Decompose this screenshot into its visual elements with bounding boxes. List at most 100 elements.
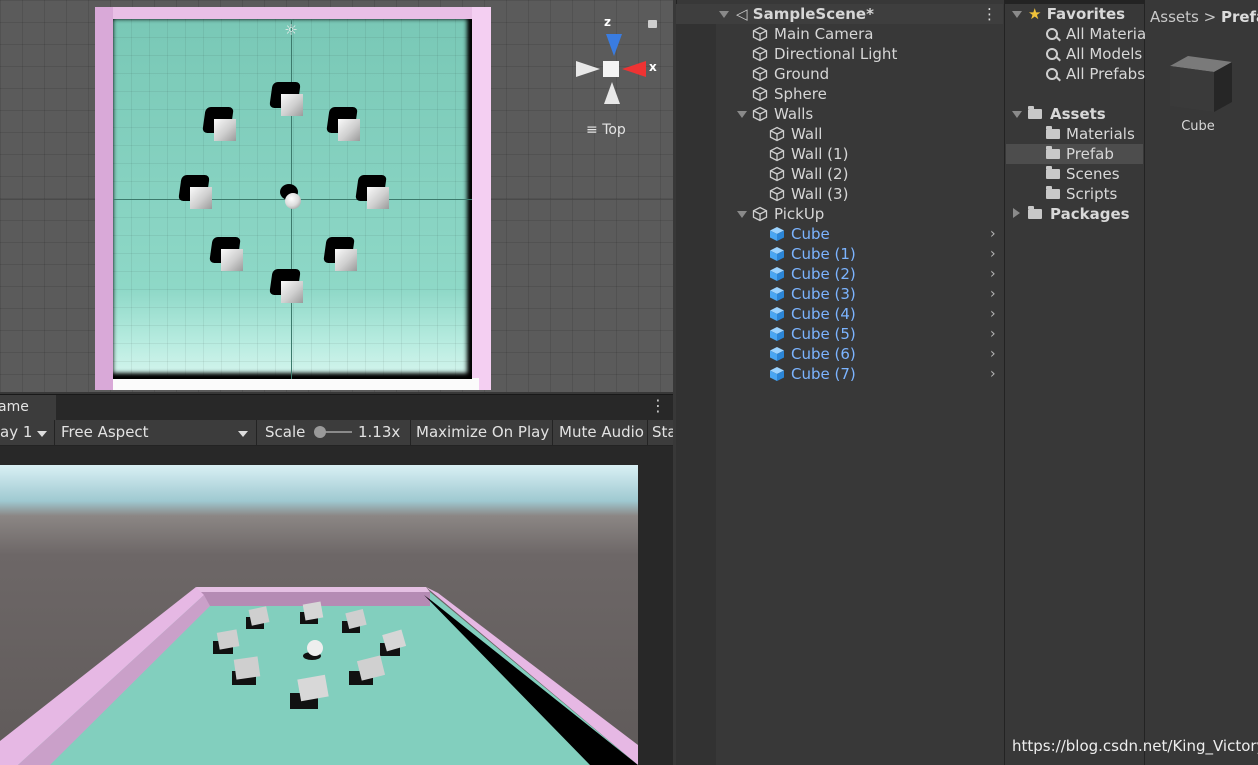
hierarchy-item[interactable]: Wall (3) bbox=[769, 184, 848, 204]
gizmo-center-cube[interactable] bbox=[603, 61, 619, 77]
pickup-cube[interactable] bbox=[178, 175, 214, 211]
pickup-cube[interactable] bbox=[326, 107, 362, 143]
favorite-all-prefabs[interactable]: All Prefabs bbox=[1046, 64, 1145, 84]
cube-prefab-thumbnail[interactable] bbox=[1166, 54, 1234, 114]
open-prefab-chevron-icon[interactable]: › bbox=[990, 224, 998, 244]
hierarchy-item[interactable]: Sphere bbox=[752, 84, 827, 104]
hierarchy-item[interactable]: Cube (3) bbox=[769, 284, 856, 304]
stats-toggle[interactable]: Sta bbox=[652, 420, 673, 445]
folder-icon bbox=[1046, 126, 1060, 139]
display-dropdown[interactable]: ay 1 bbox=[0, 420, 52, 445]
open-prefab-chevron-icon[interactable]: › bbox=[990, 284, 998, 304]
hierarchy-item[interactable]: Walls bbox=[752, 104, 813, 124]
aspect-dropdown[interactable]: Free Aspect bbox=[57, 420, 253, 445]
breadcrumb-separator: > bbox=[1203, 8, 1217, 26]
open-prefab-chevron-icon[interactable]: › bbox=[990, 244, 998, 264]
hierarchy-gutter bbox=[676, 24, 716, 765]
collapsed-arrow-icon[interactable] bbox=[1013, 208, 1020, 218]
folder-icon bbox=[1046, 166, 1060, 179]
hierarchy-item[interactable]: Ground bbox=[752, 64, 829, 84]
hierarchy-item[interactable]: Wall (2) bbox=[769, 164, 848, 184]
player-sphere[interactable] bbox=[285, 193, 301, 209]
hierarchy-item[interactable]: Main Camera bbox=[752, 24, 873, 44]
prefab-cube-icon bbox=[770, 247, 784, 261]
toolbar-divider bbox=[552, 420, 553, 445]
open-prefab-chevron-icon[interactable]: › bbox=[990, 304, 998, 324]
more-options-icon[interactable]: ⋮ bbox=[650, 396, 666, 416]
foldout-arrow-icon[interactable] bbox=[719, 11, 729, 18]
hierarchy-item[interactable]: Cube bbox=[769, 224, 830, 244]
open-prefab-chevron-icon[interactable]: › bbox=[990, 364, 998, 384]
open-prefab-chevron-icon[interactable]: › bbox=[990, 264, 998, 284]
scene-view[interactable]: ☼ z x ≡ Top bbox=[0, 0, 673, 392]
hierarchy-item[interactable]: Cube (6) bbox=[769, 344, 856, 364]
hierarchy-item[interactable]: Cube (5) bbox=[769, 324, 856, 344]
pickup-cube[interactable] bbox=[202, 107, 238, 143]
open-prefab-chevron-icon[interactable]: › bbox=[990, 324, 998, 344]
hierarchy-item[interactable]: Cube (2) bbox=[769, 264, 856, 284]
packages-folder[interactable]: Packages bbox=[1028, 204, 1130, 224]
gameobject-cube-icon bbox=[769, 166, 785, 182]
mute-audio-toggle[interactable]: Mute Audio bbox=[559, 420, 644, 445]
player-sphere bbox=[307, 640, 323, 656]
pickup-cube[interactable] bbox=[209, 237, 245, 273]
favorites-header[interactable]: ★ Favorites bbox=[1028, 4, 1125, 24]
folder-open-icon bbox=[1028, 106, 1042, 119]
tab-game[interactable]: ame bbox=[0, 395, 56, 420]
hierarchy-item[interactable]: Cube (1) bbox=[769, 244, 856, 264]
folder-materials[interactable]: Materials bbox=[1046, 124, 1135, 144]
breadcrumb-prefab[interactable]: Prefa bbox=[1221, 8, 1258, 26]
foldout-arrow-icon[interactable] bbox=[1012, 11, 1022, 18]
hierarchy-item[interactable]: Wall bbox=[769, 124, 822, 144]
sun-icon[interactable]: ☼ bbox=[283, 22, 299, 38]
maximize-on-play-toggle[interactable]: Maximize On Play bbox=[416, 420, 549, 445]
folder-icon bbox=[1046, 186, 1060, 199]
prefab-cube-icon bbox=[770, 367, 784, 381]
breadcrumb: Assets > Prefa bbox=[1150, 8, 1258, 26]
hierarchy-item[interactable]: Cube (7) bbox=[769, 364, 856, 384]
lock-icon[interactable] bbox=[648, 20, 657, 28]
star-icon: ★ bbox=[1028, 5, 1042, 23]
favorite-all-materials[interactable]: All Materia bbox=[1046, 24, 1146, 44]
gizmo-y-cone[interactable] bbox=[604, 82, 620, 104]
gameobject-cube-icon bbox=[769, 126, 785, 142]
folder-scripts[interactable]: Scripts bbox=[1046, 184, 1117, 204]
assets-folder[interactable]: Assets bbox=[1028, 104, 1106, 124]
asset-name[interactable]: Cube bbox=[1166, 119, 1230, 134]
toolbar-divider bbox=[54, 420, 55, 445]
gizmo-neg-x-cone[interactable] bbox=[576, 61, 600, 77]
game-view[interactable] bbox=[0, 446, 673, 765]
hierarchy-item[interactable]: Cube (4) bbox=[769, 304, 856, 324]
gizmo-z-cone[interactable] bbox=[606, 34, 622, 56]
hierarchy-item[interactable]: PickUp bbox=[752, 204, 824, 224]
pickup-cube[interactable] bbox=[269, 82, 305, 118]
scene-header[interactable]: ◁ SampleScene* bbox=[736, 4, 874, 24]
aspect-value: Free Aspect bbox=[61, 423, 149, 441]
wall-bottom[interactable] bbox=[113, 378, 479, 390]
foldout-arrow-icon[interactable] bbox=[737, 111, 747, 118]
scene-menu-icon[interactable]: ⋮ bbox=[982, 6, 997, 22]
view-mode-label[interactable]: ≡ Top bbox=[586, 122, 626, 138]
pickup-cube[interactable] bbox=[323, 237, 359, 273]
hierarchy-item[interactable]: Directional Light bbox=[752, 44, 897, 64]
toolbar-divider bbox=[256, 420, 257, 445]
foldout-arrow-icon[interactable] bbox=[1012, 111, 1022, 118]
folder-prefab[interactable]: Prefab bbox=[1046, 144, 1114, 164]
packages-label: Packages bbox=[1050, 205, 1130, 223]
pickup-cube[interactable] bbox=[269, 269, 305, 305]
game-render bbox=[0, 465, 638, 765]
foldout-arrow-icon[interactable] bbox=[737, 211, 747, 218]
wall-left[interactable] bbox=[95, 7, 113, 390]
scale-slider-thumb[interactable] bbox=[314, 426, 326, 438]
hierarchy-item-label: Directional Light bbox=[774, 45, 898, 63]
gizmo-x-cone[interactable] bbox=[622, 61, 646, 77]
pickup-cube[interactable] bbox=[355, 175, 391, 211]
wall-right[interactable] bbox=[472, 7, 491, 390]
hierarchy-item[interactable]: Wall (1) bbox=[769, 144, 848, 164]
breadcrumb-assets[interactable]: Assets bbox=[1150, 8, 1199, 26]
orientation-gizmo[interactable]: z x ≡ Top bbox=[572, 12, 664, 142]
search-icon bbox=[1046, 48, 1058, 60]
favorite-all-models[interactable]: All Models bbox=[1046, 44, 1142, 64]
folder-scenes[interactable]: Scenes bbox=[1046, 164, 1120, 184]
open-prefab-chevron-icon[interactable]: › bbox=[990, 344, 998, 364]
